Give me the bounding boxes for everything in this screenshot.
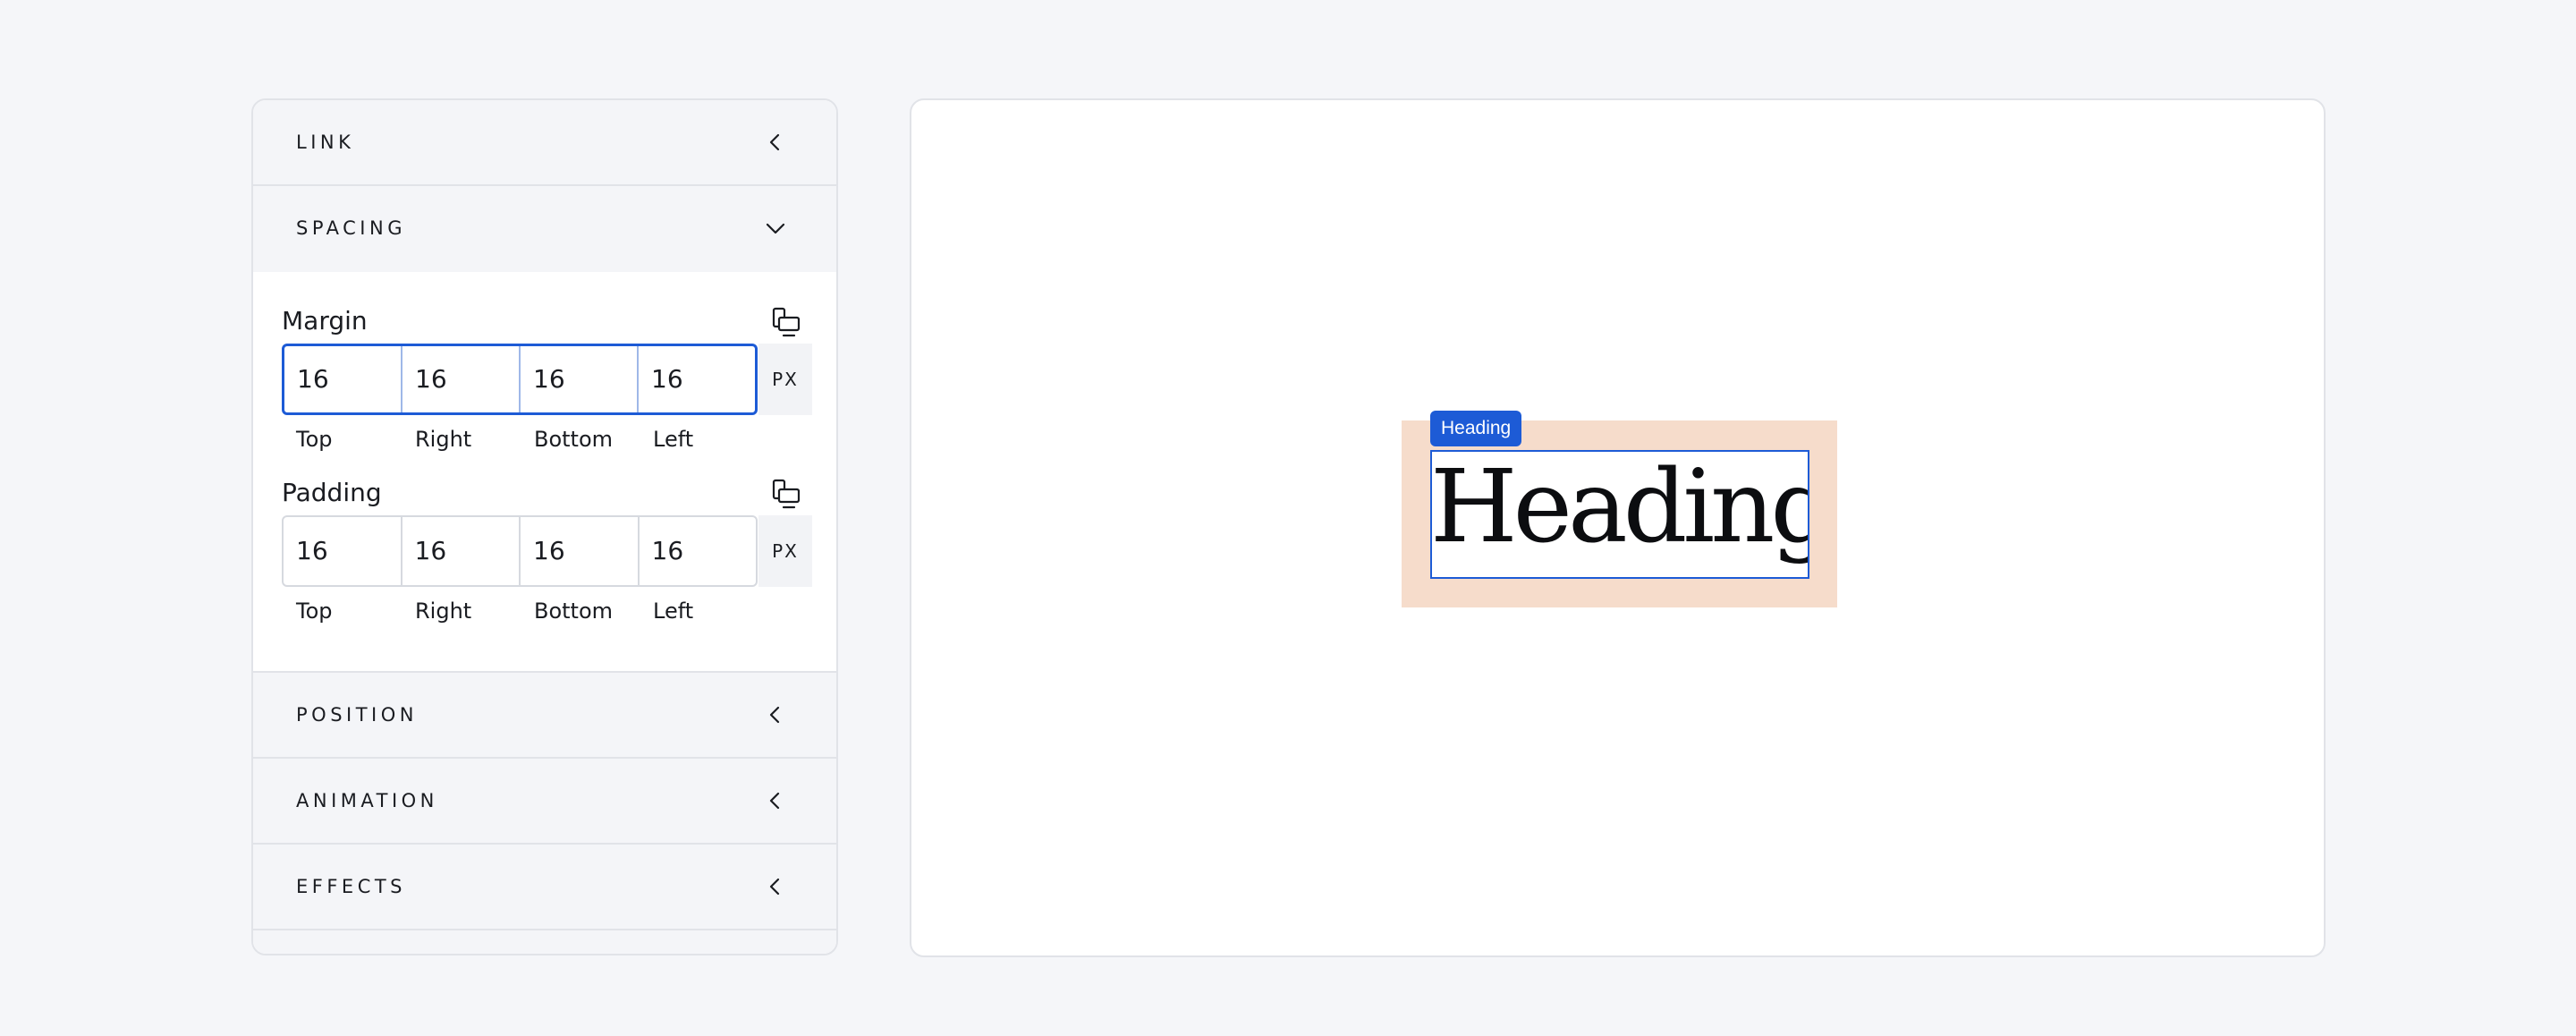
section-title: SPACING — [296, 217, 406, 239]
chevron-left-icon — [769, 706, 780, 724]
margin-left-input[interactable]: 16 — [639, 346, 755, 412]
side-label-bottom: Bottom — [534, 427, 614, 452]
padding-side-labels: Top Right Bottom Left — [282, 599, 758, 624]
padding-right-input[interactable]: 16 — [402, 517, 521, 585]
chevron-left-icon — [769, 792, 780, 810]
element-type-badge: Heading — [1430, 411, 1522, 446]
link-sides-icon[interactable] — [770, 478, 802, 510]
side-label-right: Right — [415, 599, 472, 624]
heading-text: Heading — [1430, 450, 1809, 565]
side-label-top: Top — [296, 599, 333, 624]
margin-right-input[interactable]: 16 — [402, 346, 521, 412]
design-canvas[interactable]: Heading Heading — [910, 98, 2326, 957]
margin-label: Margin — [282, 306, 368, 335]
padding-label: Padding — [282, 478, 382, 507]
selected-heading-element[interactable]: Heading — [1430, 450, 1809, 579]
side-label-top: Top — [296, 427, 333, 452]
margin-unit-selector[interactable]: PX — [758, 344, 812, 415]
chevron-left-icon — [769, 878, 780, 896]
section-title: POSITION — [296, 704, 418, 726]
padding-top-input[interactable]: 16 — [284, 517, 402, 585]
side-label-bottom: Bottom — [534, 599, 614, 624]
padding-bottom-input[interactable]: 16 — [521, 517, 640, 585]
section-more — [253, 930, 836, 954]
section-title: LINK — [296, 132, 355, 153]
section-spacing[interactable]: SPACING — [253, 186, 836, 272]
padding-unit-selector[interactable]: PX — [758, 515, 812, 587]
padding-left-input[interactable]: 16 — [640, 517, 757, 585]
section-animation[interactable]: ANIMATION — [253, 759, 836, 845]
section-position[interactable]: POSITION — [253, 673, 836, 759]
spacing-body: Margin 16 16 16 16 PX Top Right Bottom L… — [253, 272, 836, 673]
margin-input-group: 16 16 16 16 — [282, 344, 758, 415]
chevron-down-icon — [766, 223, 785, 234]
section-title: ANIMATION — [296, 790, 438, 811]
side-label-right: Right — [415, 427, 472, 452]
margin-bottom-input[interactable]: 16 — [521, 346, 639, 412]
side-label-left: Left — [653, 599, 694, 624]
link-sides-icon[interactable] — [770, 306, 802, 338]
side-label-left: Left — [653, 427, 694, 452]
section-title: EFFECTS — [296, 876, 407, 897]
chevron-left-icon — [769, 133, 780, 151]
style-panel: LINK SPACING Margin 16 16 16 16 PX Top R… — [251, 98, 838, 955]
margin-top-input[interactable]: 16 — [284, 346, 402, 412]
padding-input-group: 16 16 16 16 — [282, 515, 758, 587]
section-link[interactable]: LINK — [253, 100, 836, 186]
margin-side-labels: Top Right Bottom Left — [282, 427, 758, 452]
section-effects[interactable]: EFFECTS — [253, 845, 836, 930]
